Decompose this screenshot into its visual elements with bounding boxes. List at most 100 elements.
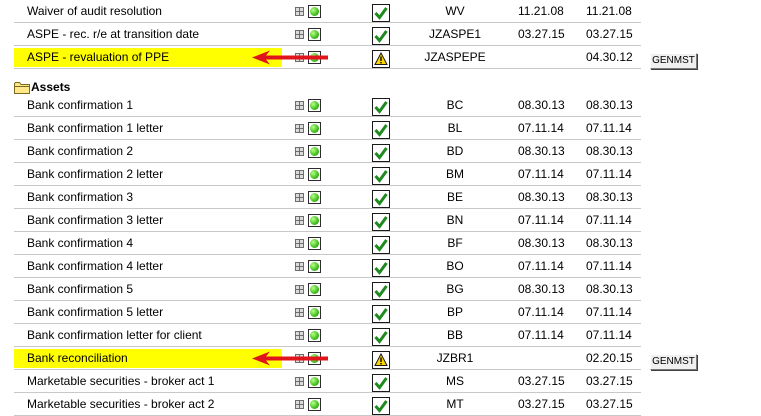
row-date-2: 08.30.13 — [586, 98, 633, 112]
table-row[interactable]: Marketable securities - broker act 2 MT 03… — [0, 393, 761, 416]
row-description[interactable]: Marketable securities - broker act 2 — [14, 395, 282, 414]
row-code: BM — [446, 167, 464, 181]
grid-icon[interactable] — [295, 377, 304, 386]
green-status-icon[interactable] — [308, 28, 321, 41]
check-icon[interactable] — [372, 27, 390, 45]
row-description[interactable]: Bank confirmation 5 letter — [14, 303, 282, 322]
green-status-icon[interactable] — [308, 145, 321, 158]
genmst-button[interactable]: GENMST — [650, 53, 697, 69]
row-description[interactable]: Bank confirmation 4 — [14, 234, 282, 253]
row-description[interactable]: ASPE - rec. r/e at transition date — [14, 25, 282, 44]
row-description[interactable]: ASPE - revaluation of PPE — [14, 48, 282, 67]
check-icon[interactable] — [372, 259, 390, 277]
table-row[interactable]: Bank confirmation 3 letter BN 07.11.14 07.1… — [0, 209, 761, 232]
grid-icon[interactable] — [295, 147, 304, 156]
row-description[interactable]: Waiver of audit resolution — [14, 2, 282, 21]
table-row[interactable]: ASPE - rec. r/e at transition date JZASPE… — [0, 23, 761, 46]
check-icon[interactable] — [372, 121, 390, 139]
check-icon[interactable] — [372, 236, 390, 254]
check-icon[interactable] — [372, 4, 390, 22]
check-icon[interactable] — [372, 144, 390, 162]
row-date-2: 02.20.15 — [586, 351, 633, 365]
row-description[interactable]: Bank confirmation 2 letter — [14, 165, 282, 184]
row-code: BD — [446, 144, 464, 158]
table-row[interactable]: Bank reconciliation JZBR1 02.20.15 GENMST — [0, 347, 761, 370]
table-row[interactable]: Bank confirmation 2 letter BM 07.11.14 07.1… — [0, 163, 761, 186]
table-row[interactable]: Bank confirmation 3 BE 08.30.13 08.30.13 — [0, 186, 761, 209]
grid-icon[interactable] — [295, 239, 304, 248]
green-status-icon[interactable] — [308, 398, 321, 411]
red-arrow-icon — [252, 50, 328, 65]
row-description[interactable]: Bank confirmation letter for client — [14, 326, 282, 345]
table-row[interactable]: Bank confirmation 2 BD 08.30.13 08.30.13 — [0, 140, 761, 163]
table-row[interactable]: Waiver of audit resolution WV 11.21.08 11.2… — [0, 0, 761, 23]
check-icon[interactable] — [372, 305, 390, 323]
row-description[interactable]: Bank confirmation 4 letter — [14, 257, 282, 276]
check-icon[interactable] — [372, 374, 390, 392]
row-date-2: 08.30.13 — [586, 282, 633, 296]
check-icon[interactable] — [372, 98, 390, 116]
grid-icon[interactable] — [295, 400, 304, 409]
green-status-icon[interactable] — [308, 99, 321, 112]
grid-icon[interactable] — [295, 331, 304, 340]
grid-icon[interactable] — [295, 170, 304, 179]
grid-icon[interactable] — [295, 216, 304, 225]
genmst-button[interactable]: GENMST — [650, 354, 697, 370]
grid-icon[interactable] — [295, 7, 304, 16]
green-status-icon[interactable] — [308, 237, 321, 250]
green-status-icon[interactable] — [308, 214, 321, 227]
table-row[interactable]: Bank confirmation 5 BG 08.30.13 08.30.13 — [0, 278, 761, 301]
green-status-icon[interactable] — [308, 5, 321, 18]
check-icon[interactable] — [372, 167, 390, 185]
row-date-1: 08.30.13 — [518, 190, 565, 204]
table-row[interactable]: Bank confirmation 1 letter BL 07.11.14 07.1… — [0, 117, 761, 140]
row-date-2: 07.11.14 — [586, 121, 632, 135]
table-row[interactable]: Bank confirmation 5 letter BP 07.11.14 07.1… — [0, 301, 761, 324]
row-date-1: 07.11.14 — [518, 213, 564, 227]
row-date-2: 11.21.08 — [586, 4, 632, 18]
check-icon[interactable] — [372, 328, 390, 346]
row-date-1: 08.30.13 — [518, 144, 565, 158]
warning-icon[interactable] — [372, 351, 390, 369]
table-row[interactable]: ASPE - revaluation of PPE JZASPEPE 04.30.1… — [0, 46, 761, 69]
green-status-icon[interactable] — [308, 191, 321, 204]
warning-icon[interactable] — [372, 50, 390, 68]
table-row[interactable]: Bank confirmation 4 letter BO 07.11.14 07.1… — [0, 255, 761, 278]
table-row[interactable]: Bank confirmation 4 BF 08.30.13 08.30.13 — [0, 232, 761, 255]
row-description[interactable]: Bank confirmation 5 — [14, 280, 282, 299]
grid-icon[interactable] — [295, 30, 304, 39]
row-description[interactable]: Marketable securities - broker act 1 — [14, 372, 282, 391]
grid-icon[interactable] — [295, 101, 304, 110]
row-code: JZBR1 — [436, 351, 474, 365]
check-icon[interactable] — [372, 213, 390, 231]
green-status-icon[interactable] — [308, 329, 321, 342]
green-status-icon[interactable] — [308, 260, 321, 273]
check-icon[interactable] — [372, 190, 390, 208]
row-description[interactable]: Bank confirmation 1 — [14, 96, 282, 115]
green-status-icon[interactable] — [308, 122, 321, 135]
row-date-2: 04.30.12 — [586, 50, 633, 64]
row-date-1: 08.30.13 — [518, 282, 565, 296]
row-code: JZASPEPE — [424, 50, 486, 64]
green-status-icon[interactable] — [308, 168, 321, 181]
green-status-icon[interactable] — [308, 283, 321, 296]
grid-icon[interactable] — [295, 285, 304, 294]
row-description[interactable]: Bank confirmation 3 — [14, 188, 282, 207]
grid-icon[interactable] — [295, 124, 304, 133]
grid-icon[interactable] — [295, 262, 304, 271]
check-icon[interactable] — [372, 397, 390, 415]
check-icon[interactable] — [372, 282, 390, 300]
green-status-icon[interactable] — [308, 306, 321, 319]
row-description[interactable]: Bank confirmation 2 — [14, 142, 282, 161]
row-date-1: 03.27.15 — [518, 397, 565, 411]
row-description[interactable]: Bank confirmation 3 letter — [14, 211, 282, 230]
table-row[interactable]: Bank confirmation letter for client BB 07.… — [0, 324, 761, 347]
grid-icon[interactable] — [295, 308, 304, 317]
row-description[interactable]: Bank confirmation 1 letter — [14, 119, 282, 138]
table-row[interactable]: Marketable securities - broker act 1 MS 03… — [0, 370, 761, 393]
row-description[interactable]: Bank reconciliation — [14, 349, 282, 368]
green-status-icon[interactable] — [308, 375, 321, 388]
row-date-2: 03.27.15 — [586, 374, 633, 388]
grid-icon[interactable] — [295, 193, 304, 202]
table-row[interactable]: Bank confirmation 1 BC 08.30.13 08.30.13 — [0, 94, 761, 117]
